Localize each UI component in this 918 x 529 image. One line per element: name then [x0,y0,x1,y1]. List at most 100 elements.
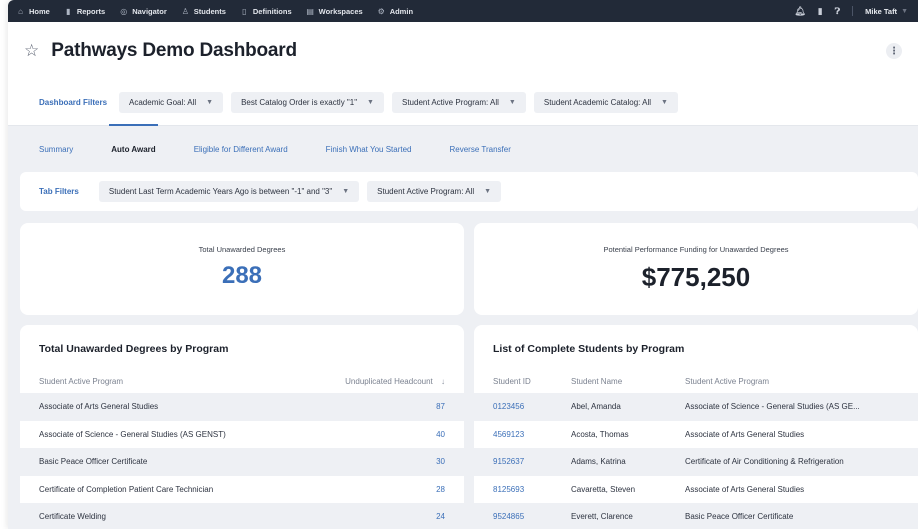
nav-definitions[interactable]: ▯ Definitions [240,6,292,16]
filter-last-term-years-ago[interactable]: Student Last Term Academic Years Ago is … [98,181,360,202]
headcount-cell[interactable]: 24 [335,512,445,521]
tab-eligible-for-different-award[interactable]: Eligible for Different Award [194,145,288,154]
table-complete-students: List of Complete Students by Program Stu… [474,325,918,529]
tab-filters-label[interactable]: Tab Filters [39,187,79,196]
favorite-star-icon[interactable]: ☆ [24,41,39,61]
student-name-cell: Cavaretta, Steven [571,484,636,494]
headcount-cell[interactable]: 30 [335,457,445,466]
kpi-value: $775,250 [641,262,751,292]
chevron-down-icon: ▼ [484,188,492,195]
dashboard-filters: Dashboard Filters Academic Goal: All ▼ B… [8,80,918,126]
tab-finish-what-you-started[interactable]: Finish What You Started [326,145,412,154]
student-name-cell: Acosta, Thomas [571,429,629,439]
student-id-link[interactable]: 9524865 [493,512,571,521]
chevron-down-icon: ▼ [206,99,214,106]
tab-auto-award[interactable]: Auto Award [109,123,159,154]
filter-academic-goal[interactable]: Academic Goal: All ▼ [119,92,224,113]
students-icon: ♙ [181,6,189,16]
admin-icon: ⚙ [377,6,385,16]
more-options-icon[interactable]: ⋮ [886,43,902,59]
headcount-cell[interactable]: 87 [335,402,445,411]
dashboard-header: ☆ Pathways Demo Dashboard ⋮ [8,22,918,80]
table-row[interactable]: Associate of Arts General Studies 87 [20,393,464,421]
nav-reports[interactable]: ▮ Reports [64,7,105,16]
tab-filters: Tab Filters Student Last Term Academic Y… [20,172,918,211]
nav-navigator[interactable]: ◎ Navigator [119,7,167,16]
nav-right: 🔔︎ ▮ ❓︎ Mike Taft ▼ [794,6,908,17]
nav-students[interactable]: ♙ Students [181,7,226,16]
nav-admin[interactable]: ⚙ Admin [377,7,413,16]
nav-workspaces[interactable]: ▤ Workspaces [306,6,362,16]
program-cell: Certificate of Completion Patient Care T… [39,484,214,494]
column-header-program[interactable]: Student Active Program [685,377,899,386]
student-id-link[interactable]: 9152637 [493,457,571,466]
program-cell: Basic Peace Officer Certificate [39,457,148,467]
table-row[interactable]: Certificate of Completion Patient Care T… [20,476,464,504]
kpi-label: Total Unawarded Degrees [198,245,286,254]
student-name-cell: Everett, Clarence [571,512,633,522]
tab-reverse-transfer[interactable]: Reverse Transfer [450,145,511,154]
table-title: Total Unawarded Degrees by Program [39,343,229,355]
program-cell: Certificate Welding [39,512,106,522]
dashboard-filters-label[interactable]: Dashboard Filters [39,98,107,107]
user-menu[interactable]: Mike Taft ▼ [865,7,908,16]
navigator-icon: ◎ [120,6,128,16]
filter-best-catalog-order[interactable]: Best Catalog Order is exactly "1" ▼ [231,92,384,113]
filter-label: Student Active Program: All [377,187,475,196]
table-row[interactable]: 9524865 Everett, Clarence Basic Peace Of… [474,503,918,529]
kpi-value[interactable]: 288 [222,262,262,290]
table-row[interactable]: 8125693 Cavaretta, Steven Associate of A… [474,476,918,504]
student-id-link[interactable]: 8125693 [493,485,571,494]
tab-summary[interactable]: Summary [39,145,73,154]
bell-icon[interactable]: 🔔︎ [794,6,805,17]
chevron-down-icon: ▼ [901,7,908,15]
table-row[interactable]: 0123456 Abel, Amanda Associate of Scienc… [474,393,918,421]
dashboard-tabs: Summary Auto Award Eligible for Differen… [8,123,918,172]
column-header-program[interactable]: Student Active Program [39,377,335,386]
table-row[interactable]: Certificate Welding 24 [20,503,464,529]
kpi-potential-funding: Potential Performance Funding for Unawar… [474,223,918,315]
kpi-total-unawarded-degrees[interactable]: Total Unawarded Degrees 288 [20,223,464,315]
top-nav: ⌂ Home ▮ Reports ◎ Navigator ♙ Students … [8,0,918,22]
help-icon[interactable]: ❓︎ [835,6,840,17]
page-title: Pathways Demo Dashboard [51,40,297,61]
student-id-link[interactable]: 4569123 [493,430,571,439]
chat-icon[interactable]: ▮ [818,6,823,17]
student-id-link[interactable]: 0123456 [493,402,571,411]
nav-home[interactable]: ⌂ Home [16,7,50,16]
program-cell: Associate of Arts General Studies [39,402,159,412]
column-header-student-id[interactable]: Student ID [493,377,571,386]
filter-tab-student-active-program[interactable]: Student Active Program: All ▼ [367,181,502,202]
filter-student-active-program[interactable]: Student Active Program: All ▼ [391,92,526,113]
home-icon: ⌂ [18,6,23,16]
filter-student-academic-catalog[interactable]: Student Academic Catalog: All ▼ [533,92,678,113]
sort-descending-icon[interactable]: ↓ [441,377,445,386]
table-unawarded-by-program: Total Unawarded Degrees by Program Stude… [20,325,464,529]
program-cell: Associate of Science - General Studies (… [685,402,860,412]
filter-label: Student Academic Catalog: All [543,98,652,107]
table-row[interactable]: Basic Peace Officer Certificate 30 [20,448,464,476]
nav-divider [852,6,854,16]
column-header-student-name[interactable]: Student Name [571,377,685,386]
program-cell: Associate of Arts General Studies [685,429,805,439]
table-row[interactable]: 9152637 Adams, Katrina Certificate of Ai… [474,448,918,476]
workspaces-icon: ▤ [306,6,314,16]
program-cell: Associate of Arts General Studies [685,484,805,494]
table-header: Student Active Program Unduplicated Head… [20,369,464,393]
student-name-cell: Adams, Katrina [571,457,626,467]
filter-label: Academic Goal: All [129,98,197,107]
table-row[interactable]: 4569123 Acosta, Thomas Associate of Arts… [474,421,918,449]
kpi-row: Total Unawarded Degrees 288 Potential Pe… [20,223,918,315]
program-cell: Associate of Science - General Studies (… [39,429,226,439]
headcount-cell[interactable]: 40 [335,430,445,439]
definitions-icon: ▯ [242,6,247,16]
table-row[interactable]: Associate of Science - General Studies (… [20,421,464,449]
table-header: Student ID Student Name Student Active P… [474,369,918,393]
column-header-headcount[interactable]: Unduplicated Headcount ↓ [335,377,445,386]
headcount-cell[interactable]: 28 [335,485,445,494]
chevron-down-icon: ▼ [367,99,374,106]
nav-label: Definitions [252,6,292,16]
filter-label: Student Active Program: All [401,98,499,107]
nav-label: Navigator [132,6,167,16]
user-name: Mike Taft [865,6,898,16]
